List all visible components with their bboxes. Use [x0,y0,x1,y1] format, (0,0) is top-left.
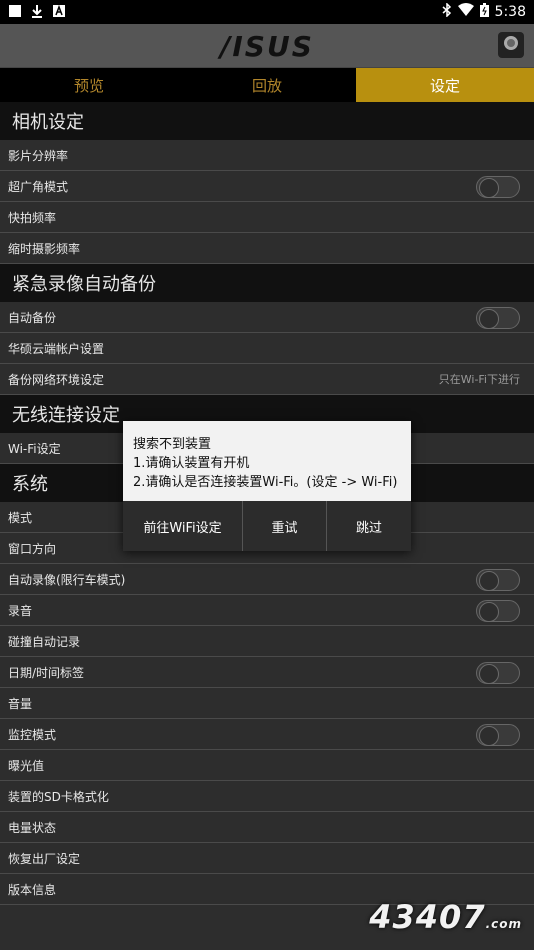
setting-label: 备份网络环境设定 [8,372,105,387]
font-a-icon [52,4,66,18]
bluetooth-icon [442,2,452,21]
setting-backup-network[interactable]: 备份网络环境设定 只在Wi-Fi下进行 [0,364,534,395]
setting-video-resolution[interactable]: 影片分辨率 [0,140,534,171]
datetime-stamp-toggle[interactable] [476,662,520,684]
setting-label: 快拍频率 [8,210,57,225]
setting-label: 恢复出厂设定 [8,851,81,866]
dialog-title: 搜索不到装置 [133,437,212,452]
setting-wide-angle[interactable]: 超广角模式 [0,171,534,202]
download-icon [30,4,44,18]
section-header-emergency: 紧急录像自动备份 [0,264,534,302]
section-header-camera: 相机设定 [0,102,534,140]
dialog-body: 搜索不到装置 1.请确认装置有开机 2.请确认是否连接装置Wi-Fi。(设定 -… [123,421,411,501]
setting-label: 监控模式 [8,727,57,742]
wide-angle-toggle[interactable] [476,176,520,198]
tab-playback[interactable]: 回放 [178,68,356,102]
setting-auto-backup[interactable]: 自动备份 [0,302,534,333]
setting-factory-reset[interactable]: 恢复出厂设定 [0,843,534,874]
setting-label: 曝光值 [8,758,45,773]
wifi-icon [457,3,474,21]
tab-preview[interactable]: 预览 [0,68,178,102]
setting-timelapse-frequency[interactable]: 缩时摄影频率 [0,233,534,264]
notification-square-icon [8,4,22,18]
skip-button[interactable]: 跳过 [327,501,411,551]
audio-record-toggle[interactable] [476,600,520,622]
watermark: 43407.com [369,898,522,936]
status-bar: 5:38 [0,0,534,24]
setting-label: 碰撞自动记录 [8,634,81,649]
setting-label: 电量状态 [8,820,57,835]
device-not-found-dialog: 搜索不到装置 1.请确认装置有开机 2.请确认是否连接装置Wi-Fi。(设定 -… [123,421,411,551]
setting-sd-format[interactable]: 装置的SD卡格式化 [0,781,534,812]
setting-datetime-stamp[interactable]: 日期/时间标签 [0,657,534,688]
go-to-wifi-settings-button[interactable]: 前往WiFi设定 [123,501,243,551]
watermark-text: 43407 [369,898,486,936]
setting-exposure[interactable]: 曝光值 [0,750,534,781]
dialog-line-2: 2.请确认是否连接装置Wi-Fi。(设定 -> Wi-Fi) [133,475,398,490]
setting-label: 音量 [8,696,33,711]
setting-volume[interactable]: 音量 [0,688,534,719]
setting-audio-record[interactable]: 录音 [0,595,534,626]
setting-auto-record[interactable]: 自动录像(限行车模式) [0,564,534,595]
setting-label: 版本信息 [8,882,57,897]
setting-label: 窗口方向 [8,541,57,556]
clock-time: 5:38 [494,4,526,20]
setting-monitor-mode[interactable]: 监控模式 [0,719,534,750]
setting-label: 自动备份 [8,310,57,325]
setting-label: 自动录像(限行车模式) [8,572,126,587]
camera-button[interactable] [498,32,524,58]
setting-label: 装置的SD卡格式化 [8,789,109,804]
dialog-buttons: 前往WiFi设定 重试 跳过 [123,501,411,551]
auto-record-toggle[interactable] [476,569,520,591]
setting-label: Wi-Fi设定 [8,441,61,456]
setting-label: 影片分辨率 [8,148,69,163]
retry-button[interactable]: 重试 [243,501,327,551]
tab-bar: 预览 回放 设定 [0,68,534,102]
backup-network-value: 只在Wi-Fi下进行 [438,373,520,386]
setting-collision-record[interactable]: 碰撞自动记录 [0,626,534,657]
setting-battery-status[interactable]: 电量状态 [0,812,534,843]
dialog-line-1: 1.请确认装置有开机 [133,456,250,471]
auto-backup-toggle[interactable] [476,307,520,329]
camera-icon [502,34,520,56]
watermark-suffix: .com [485,917,522,931]
setting-snapshot-frequency[interactable]: 快拍频率 [0,202,534,233]
setting-label: 日期/时间标签 [8,665,85,680]
monitor-mode-toggle[interactable] [476,724,520,746]
setting-label: 缩时摄影频率 [8,241,81,256]
setting-label: 录音 [8,603,33,618]
asus-logo: /ISUS [220,30,314,63]
setting-label: 模式 [8,510,33,525]
setting-label: 华硕云端帐户设置 [8,341,105,356]
app-bar: /ISUS [0,24,534,68]
tab-settings[interactable]: 设定 [356,68,534,102]
battery-icon [479,3,489,21]
setting-label: 超广角模式 [8,179,69,194]
setting-cloud-account[interactable]: 华硕云端帐户设置 [0,333,534,364]
